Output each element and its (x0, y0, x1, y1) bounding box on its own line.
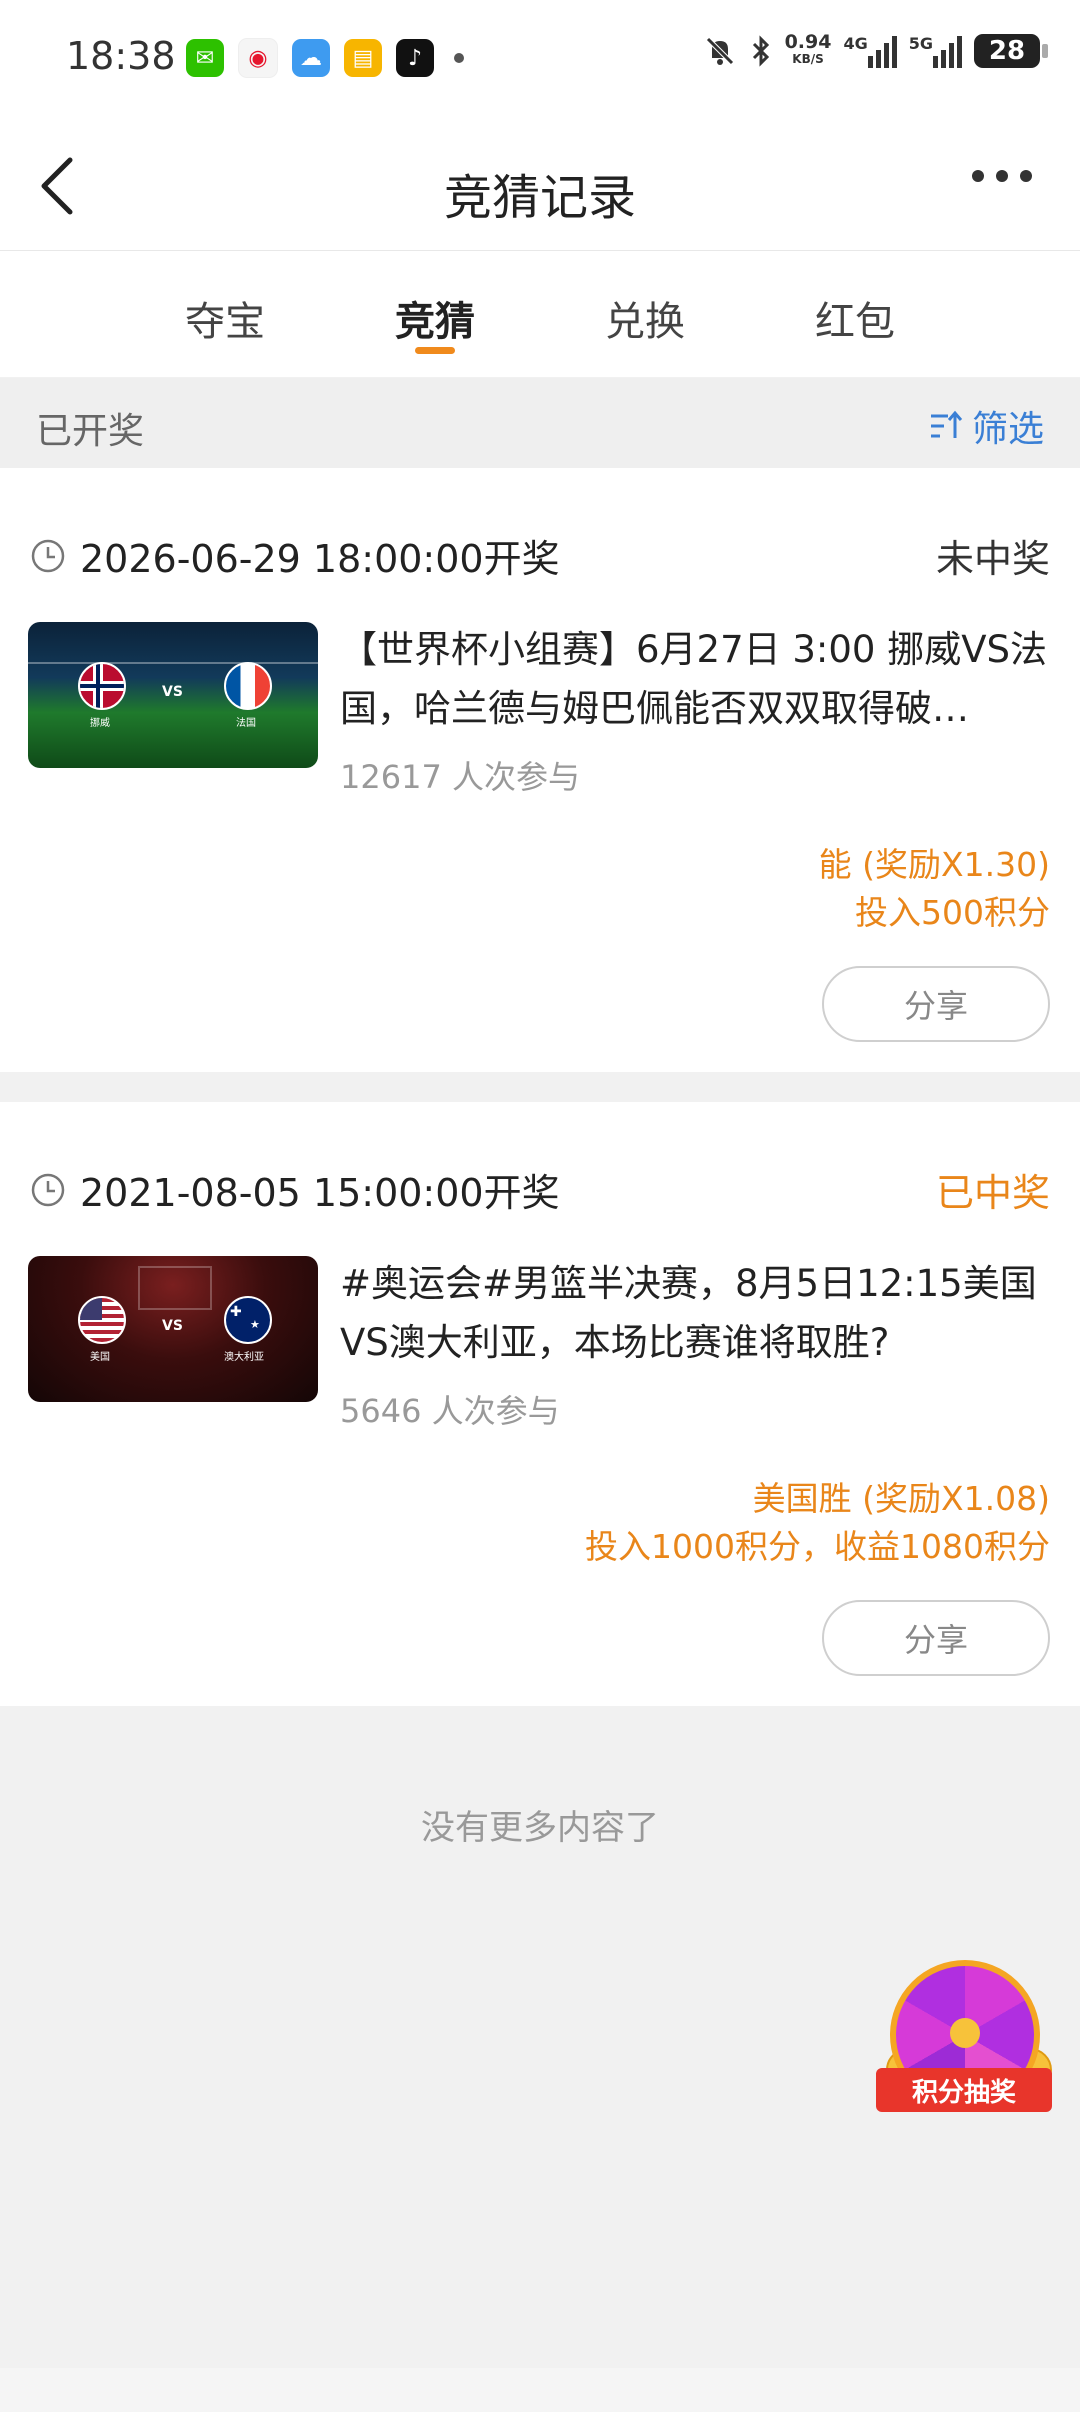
draw-time-row: 2021-08-05 15:00:00开奖 (30, 1162, 560, 1217)
more-notifications-icon (454, 53, 464, 63)
record-card[interactable]: 2021-08-05 15:00:00开奖 已中奖 VS ✚ ★ 美国 澳大利亚… (0, 1102, 1080, 1706)
points-lottery-button[interactable]: 积分抽奖 (872, 1960, 1062, 2120)
battery-icon: 28 (974, 34, 1048, 68)
tiktok-icon: ♪ (396, 39, 434, 77)
lottery-label: 积分抽奖 (876, 2068, 1052, 2112)
vs-label: VS (162, 684, 183, 700)
australia-flag-icon: ✚ ★ (224, 1296, 272, 1344)
wechat-icon: ✉ (186, 39, 224, 77)
status-time: 18:38 (66, 34, 176, 78)
match-thumbnail: VS 挪威 法国 (28, 622, 318, 768)
signal-bars-icon (933, 34, 962, 68)
share-button[interactable]: 分享 (822, 966, 1050, 1042)
mute-bell-icon (705, 37, 734, 65)
tab-active-indicator (415, 347, 455, 354)
signal-bars-icon (867, 34, 897, 68)
filter-row: 已开奖 筛选 (0, 378, 1080, 468)
status-app-icons: ✉ ◉ ☁ ▤ ♪ (186, 38, 464, 78)
filter-icon (930, 410, 963, 438)
team-a-name: 美国 (90, 1352, 110, 1363)
team-b-name: 法国 (236, 718, 256, 729)
status-right: 0.94 KB/S 4G 5G 28 (703, 31, 1048, 68)
participants-count: 12617 人次参与 (340, 758, 580, 796)
signal-5g-label: 5G (908, 34, 933, 53)
bet-amount: 投入500积分 (855, 893, 1050, 932)
net-speed-unit: KB/S (792, 52, 824, 66)
more-menu-icon[interactable] (972, 170, 1032, 182)
participants-count: 5646 人次参与 (340, 1392, 560, 1430)
clock-icon (31, 539, 65, 572)
net-speed: 0.94 KB/S (784, 31, 832, 68)
match-title[interactable]: 【世界杯小组赛】6月27日 3:00 挪威VS法国，哈兰德与姆巴佩能否双双取得破… (340, 620, 1060, 738)
draw-time: 2021-08-05 15:00:00开奖 (80, 1171, 560, 1215)
draw-time-row: 2026-06-29 18:00:00开奖 (30, 528, 560, 583)
match-thumbnail: VS ✚ ★ 美国 澳大利亚 (28, 1256, 318, 1402)
tab-bar: 夺宝 竞猜 兑换 红包 (0, 251, 1080, 377)
notes-icon: ▤ (344, 39, 382, 77)
net-speed-value: 0.94 (784, 31, 832, 53)
record-card[interactable]: 2026-06-29 18:00:00开奖 未中奖 VS 挪威 法国 【世界杯小… (0, 468, 1080, 1072)
tab-guess[interactable]: 竞猜 (355, 289, 515, 347)
clock-icon (31, 1173, 65, 1206)
status-bar: 18:38 ✉ ◉ ☁ ▤ ♪ 0.94 KB/S 4G 5G 28 (0, 0, 1080, 120)
home-indicator-bar (0, 2368, 1080, 2412)
wheel-center-icon (950, 2018, 980, 2048)
weather-icon: ☁ (292, 39, 330, 77)
team-a-name: 挪威 (90, 718, 110, 729)
bet-amount: 投入1000积分，收益1080积分 (585, 1527, 1050, 1566)
france-flag-icon (224, 662, 272, 710)
norway-flag-icon (78, 662, 126, 710)
section-label: 已开奖 (36, 411, 145, 452)
share-button[interactable]: 分享 (822, 1600, 1050, 1676)
bet-choice: 能 (奖励X1.30) (818, 845, 1050, 884)
nav-bar: 竞猜记录 (0, 120, 1080, 251)
tab-red-packet[interactable]: 红包 (775, 289, 935, 347)
signal-4g: 4G (843, 34, 897, 68)
match-title[interactable]: #奥运会#男篮半决赛，8月5日12:15美国VS澳大利亚，本场比赛谁将取胜? (340, 1254, 1060, 1372)
draw-time: 2026-06-29 18:00:00开奖 (80, 537, 560, 581)
signal-4g-label: 4G (843, 34, 868, 53)
weibo-icon: ◉ (238, 38, 278, 78)
filter-button[interactable]: 筛选 (928, 400, 1044, 452)
signal-5g: 5G (909, 34, 962, 68)
page-title: 竞猜记录 (443, 170, 636, 226)
filter-label: 筛选 (971, 409, 1044, 450)
tab-treasure[interactable]: 夺宝 (145, 289, 305, 347)
usa-flag-icon (78, 1296, 126, 1344)
bet-choice: 美国胜 (奖励X1.08) (752, 1479, 1050, 1518)
stadium-light-line (28, 662, 318, 664)
no-more-content: 没有更多内容了 (421, 1808, 659, 1848)
team-b-name: 澳大利亚 (224, 1352, 264, 1363)
bluetooth-icon (752, 35, 769, 67)
basketball-backboard (138, 1266, 212, 1310)
vs-label: VS (162, 1318, 183, 1334)
tab-exchange[interactable]: 兑换 (565, 289, 725, 347)
result-status: 已中奖 (935, 1171, 1050, 1215)
result-status: 未中奖 (935, 537, 1050, 581)
battery-level: 28 (988, 36, 1026, 66)
